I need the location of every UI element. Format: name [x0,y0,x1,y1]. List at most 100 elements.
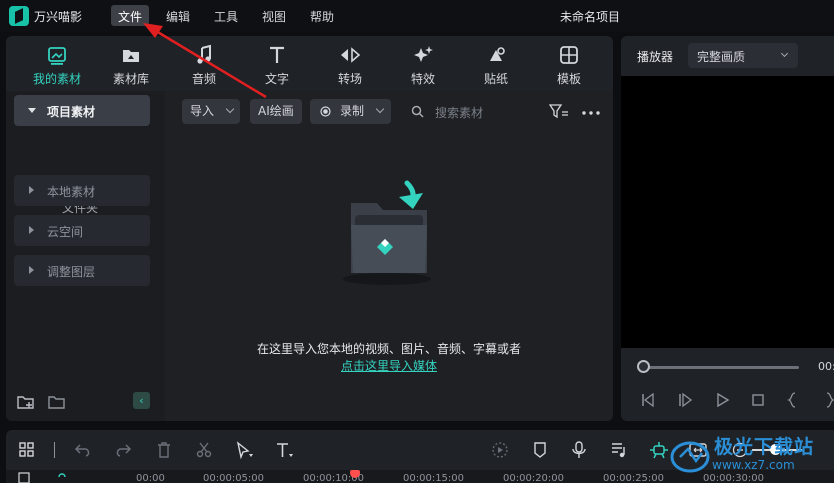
record-button[interactable]: 录制 [310,99,391,124]
collapse-panel-button[interactable]: ‹ [133,392,150,409]
record-icon [320,106,331,117]
play-icon[interactable] [714,392,730,408]
tab-stickers[interactable]: 贴纸 [460,44,532,87]
import-button[interactable]: 导入 [182,99,240,124]
tree-item-label: 项目素材 [47,105,96,119]
sticker-icon [490,47,505,61]
menu-help[interactable]: 帮助 [303,5,341,26]
tree-item-cloud[interactable]: 云空间 [14,215,150,246]
folder-icon[interactable] [48,394,66,410]
player-title: 播放器 [637,50,674,64]
ruler-label: 00:00:25:00 [603,473,665,483]
toolbar-divider [54,442,55,458]
media-tabs: 我的素材 素材库 音频 文字 转场 特效 贴纸 模板 [6,36,613,91]
template-grid-icon [560,46,578,64]
stock-library-icon [123,50,139,62]
app-name: 万兴喵影 [34,10,83,24]
tab-templates[interactable]: 模板 [533,44,605,87]
marker-icon[interactable] [531,441,549,459]
tab-label: 素材库 [112,72,149,86]
quality-select[interactable]: 完整画质 [688,43,798,68]
ruler-label: 00:00:20:00 [503,473,565,483]
tab-label: 转场 [337,72,362,86]
search-input[interactable]: 搜索素材 [435,104,483,121]
tree-item-label: 云空间 [47,225,84,239]
tab-label: 贴纸 [483,72,508,86]
tab-label: 文字 [264,72,289,86]
tab-label: 我的素材 [32,72,81,86]
chevron-down-icon [375,104,385,114]
ai-paint-label: AI绘画 [258,104,294,118]
tab-text[interactable]: 文字 [241,44,313,87]
player-panel: 播放器 完整画质 00: [621,36,834,421]
record-label: 录制 [340,104,365,118]
tab-effects[interactable]: 特效 [387,44,459,87]
filter-icon[interactable] [549,103,569,119]
stop-icon[interactable] [750,392,766,408]
tab-audio[interactable]: 音频 [168,44,240,87]
menu-tools[interactable]: 工具 [207,5,245,26]
app-logo-icon [9,6,29,26]
ruler-label: 00:00:15:00 [403,473,465,483]
undo-icon[interactable] [74,441,92,459]
tab-stock-library[interactable]: 素材库 [95,44,167,87]
delete-icon[interactable] [155,441,173,459]
audio-track-icon[interactable] [610,441,628,459]
search-icon [411,105,424,118]
caret-right-icon [29,266,34,274]
empty-state-text: 在这里导入您本地的视频、图片、音频、字幕或者 [256,342,521,356]
tree-item-project-media[interactable]: 项目素材 [14,95,150,126]
tab-label: 特效 [410,72,435,86]
ruler-label: 00:00 [136,473,165,483]
menu-edit[interactable]: 编辑 [159,5,197,26]
mark-in-icon[interactable] [787,392,799,408]
transition-icon [341,47,361,63]
mark-out-icon[interactable] [823,392,834,408]
menu-view[interactable]: 视图 [255,5,293,26]
music-note-icon [197,44,211,64]
caret-right-icon [29,226,34,234]
layout-grid-icon[interactable] [18,441,36,459]
tree-item-adjustment-layer[interactable]: 调整图层 [14,255,150,286]
time-readout: 00: [818,360,834,373]
auto-play-icon[interactable] [491,441,509,459]
scissors-icon[interactable] [195,441,213,459]
ruler-label: 00:00:05:00 [203,473,265,483]
add-track-icon[interactable] [18,471,32,483]
tree-item-label: 本地素材 [47,185,96,199]
import-label: 导入 [190,104,215,118]
prev-frame-icon[interactable] [640,392,656,408]
caret-right-icon [29,186,34,194]
text-tool-icon[interactable] [275,441,295,459]
tree-item-local-media[interactable]: 本地素材 [14,175,150,206]
effects-sparkle-icon [414,46,433,62]
import-media-link[interactable]: 点击这里导入媒体 [165,357,613,374]
select-pointer-icon[interactable] [235,441,255,459]
title-bar: 万兴喵影 文件 编辑 工具 视图 帮助 未命名项目 [0,0,834,32]
text-t-icon [270,46,284,63]
tab-transition[interactable]: 转场 [314,44,386,87]
redo-icon[interactable] [114,441,132,459]
tab-my-media[interactable]: 我的素材 [21,44,93,87]
more-options-icon[interactable] [582,111,600,115]
scrub-handle[interactable] [637,360,650,373]
ai-snap-icon[interactable] [649,441,669,459]
watermark-url: www.xz7.com [712,458,795,472]
microphone-icon[interactable] [570,441,588,459]
tab-label: 模板 [556,72,581,86]
quality-value: 完整画质 [697,50,746,64]
tree-item-label: 调整图层 [47,265,96,279]
media-tree: 项目素材 文件夹 本地素材 云空间 调整图层 ‹ [6,91,165,421]
link-icon[interactable] [56,471,68,483]
chevron-down-icon [225,104,235,114]
ai-paint-button[interactable]: AI绘画 [250,99,302,124]
new-folder-icon[interactable] [17,394,35,410]
empty-folder-import-icon [343,180,431,285]
media-library: 导入 AI绘画 录制 搜索素材 在这里导入您本地的视频、图片、音频、字幕或者 点… [165,91,613,421]
caret-down-icon [28,108,36,113]
next-frame-icon[interactable] [677,392,693,408]
menu-file[interactable]: 文件 [111,5,150,26]
scrub-track[interactable] [643,366,799,369]
media-panel: 我的素材 素材库 音频 文字 转场 特效 贴纸 模板 项目素材 文件夹 本地素材… [6,36,613,421]
my-media-icon [48,47,66,65]
